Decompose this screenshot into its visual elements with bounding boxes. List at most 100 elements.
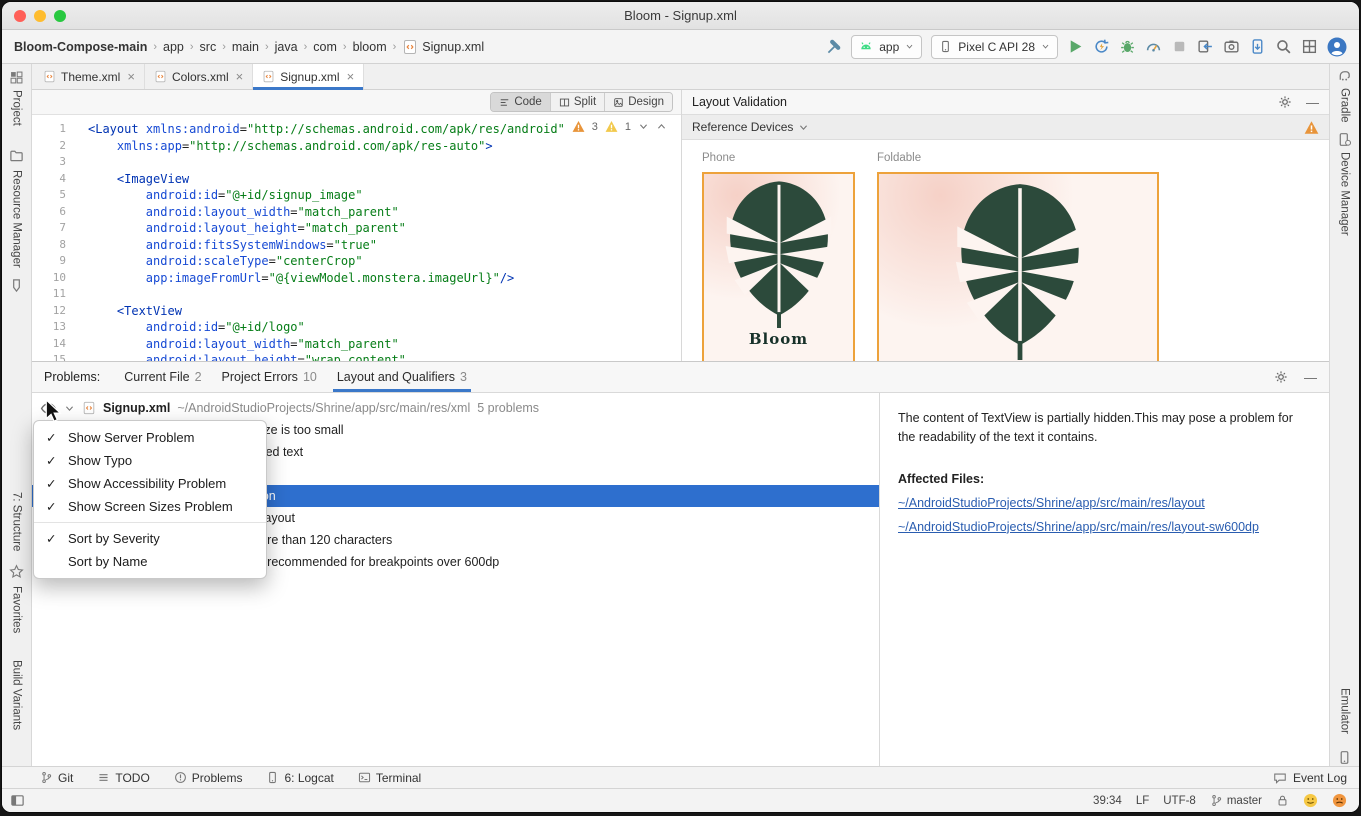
close-window-button[interactable] <box>14 10 26 22</box>
code-line[interactable]: <TextView <box>88 303 681 320</box>
smiley-face-icon[interactable] <box>1303 793 1318 808</box>
minimize-window-button[interactable] <box>34 10 46 22</box>
code-line[interactable]: <ImageView <box>88 171 681 188</box>
close-icon[interactable]: × <box>127 70 135 83</box>
menu-item-sort-by-name[interactable]: Sort by Name <box>34 550 266 573</box>
close-icon[interactable]: × <box>236 70 244 83</box>
code-line[interactable]: app:imageFromUrl="@{viewModel.monstera.i… <box>88 270 681 287</box>
apply-changes-button[interactable] <box>1093 38 1110 55</box>
gear-icon[interactable] <box>1278 95 1292 109</box>
problems-tab-layout-and-qualifiers[interactable]: Layout and Qualifiers3 <box>327 362 477 392</box>
frown-face-icon[interactable] <box>1332 793 1347 808</box>
layout-inspector-button[interactable] <box>1301 38 1318 55</box>
problems-file-name[interactable]: Signup.xml <box>103 401 170 415</box>
breadcrumb-item-java[interactable]: java <box>275 40 298 54</box>
collapse-chevron-icon[interactable] <box>64 403 75 414</box>
toolwindow-button-6-logcat[interactable]: 6: Logcat <box>266 771 333 785</box>
device-file-explorer-button[interactable] <box>1249 38 1266 55</box>
problems-tab-current-file[interactable]: Current File2 <box>114 362 211 392</box>
mode-button-split[interactable]: Split <box>551 93 605 111</box>
sidebar-item-favorites[interactable]: Favorites <box>11 586 23 633</box>
code-line[interactable]: android:scaleType="centerCrop" <box>88 253 681 270</box>
profile-button[interactable] <box>1145 38 1162 55</box>
reference-devices-row[interactable]: Reference Devices <box>682 115 1329 140</box>
editor-pane: CodeSplitDesign 123456789101112131415 <L… <box>32 90 682 361</box>
debug-button[interactable] <box>1119 38 1136 55</box>
breadcrumb-item-src[interactable]: src <box>200 40 217 54</box>
next-warning-icon[interactable] <box>638 121 649 132</box>
breadcrumb-item-com[interactable]: com <box>313 40 337 54</box>
hide-panel-button[interactable]: — <box>1304 371 1317 384</box>
folder-icon[interactable] <box>9 148 24 163</box>
toolwindow-button-git[interactable]: Git <box>40 771 73 785</box>
git-branch-widget[interactable]: master <box>1210 794 1262 807</box>
breadcrumb-item-main[interactable]: main <box>232 40 259 54</box>
mode-button-code[interactable]: Code <box>491 93 551 111</box>
menu-item-show-accessibility-problem[interactable]: ✓Show Accessibility Problem <box>34 472 266 495</box>
affected-file-link[interactable]: ~/AndroidStudioProjects/Shrine/app/src/m… <box>898 520 1311 534</box>
toolwindow-button-todo[interactable]: TODO <box>97 771 149 785</box>
attach-debugger-button[interactable] <box>1197 38 1214 55</box>
code-lines[interactable]: <Layout xmlns:android="http://schemas.an… <box>78 115 681 361</box>
capture-screenshot-button[interactable] <box>1223 38 1240 55</box>
hide-panel-button[interactable]: — <box>1306 96 1319 109</box>
event-log-button[interactable]: Event Log <box>1273 771 1347 785</box>
toolwindow-button-terminal[interactable]: Terminal <box>358 771 421 785</box>
sidebar-item-project[interactable]: Project <box>11 90 23 126</box>
editor-tab-theme-xml[interactable]: Theme.xml× <box>34 64 145 89</box>
code-line[interactable]: android:layout_height="wrap_content" <box>88 352 681 361</box>
toolwindow-button-problems[interactable]: Problems <box>174 771 243 785</box>
user-avatar[interactable] <box>1327 37 1347 57</box>
problems-tab-project-errors[interactable]: Project Errors10 <box>212 362 327 392</box>
panel-title: Layout Validation <box>692 95 787 109</box>
menu-item-sort-by-severity[interactable]: ✓Sort by Severity <box>34 527 266 550</box>
inspection-widget[interactable]: 3 1 <box>572 120 667 133</box>
close-icon[interactable]: × <box>347 70 355 83</box>
gear-icon[interactable] <box>1274 370 1288 384</box>
code-line[interactable]: android:layout_width="match_parent" <box>88 336 681 353</box>
breadcrumb-item-app[interactable]: app <box>163 40 184 54</box>
search-everywhere-button[interactable] <box>1275 38 1292 55</box>
device-select[interactable]: Pixel C API 28 <box>931 35 1058 59</box>
sidebar-item-emulator[interactable]: Emulator <box>1339 688 1351 734</box>
zoom-window-button[interactable] <box>54 10 66 22</box>
encoding-indicator[interactable]: UTF-8 <box>1163 795 1196 807</box>
code-line[interactable] <box>88 154 681 171</box>
mode-button-design[interactable]: Design <box>605 93 672 111</box>
phone-preview-card[interactable]: Bloom <box>702 172 855 361</box>
menu-item-show-server-problem[interactable]: ✓Show Server Problem <box>34 426 266 449</box>
sidebar-item-gradle[interactable]: Gradle <box>1339 88 1351 123</box>
code-line[interactable] <box>88 286 681 303</box>
sidebar-item-resource-manager[interactable]: Resource Manager <box>11 170 23 268</box>
code-editor[interactable]: 123456789101112131415 <Layout xmlns:andr… <box>32 115 681 361</box>
sidebar-item-structure[interactable]: 7: Structure <box>11 492 23 551</box>
code-line[interactable]: android:id="@+id/signup_image" <box>88 187 681 204</box>
breadcrumb-separator: › <box>304 41 308 53</box>
pin-icon[interactable] <box>9 278 24 293</box>
code-line[interactable]: xmlns:app="http://schemas.android.com/ap… <box>88 138 681 155</box>
sidebar-item-device-manager[interactable]: Device Manager <box>1339 152 1351 236</box>
run-button[interactable] <box>1067 38 1084 55</box>
breadcrumb-item-bloom-compose-main[interactable]: Bloom-Compose-main <box>14 40 147 54</box>
menu-item-show-typo[interactable]: ✓Show Typo <box>34 449 266 472</box>
editor-tab-signup-xml[interactable]: Signup.xml× <box>253 64 364 89</box>
code-line[interactable]: android:layout_width="match_parent" <box>88 204 681 221</box>
code-line[interactable]: android:fitsSystemWindows="true" <box>88 237 681 254</box>
prev-warning-icon[interactable] <box>656 121 667 132</box>
line-ending-indicator[interactable]: LF <box>1136 795 1149 807</box>
affected-file-link[interactable]: ~/AndroidStudioProjects/Shrine/app/src/m… <box>898 496 1311 510</box>
toggle-toolwindows-icon[interactable] <box>10 793 25 808</box>
lock-icon[interactable] <box>1276 794 1289 807</box>
stop-button[interactable] <box>1171 38 1188 55</box>
breadcrumb-item-signup-xml[interactable]: Signup.xml <box>402 39 484 55</box>
breadcrumb-item-bloom[interactable]: bloom <box>353 40 387 54</box>
caret-position[interactable]: 39:34 <box>1093 795 1122 807</box>
code-line[interactable]: android:id="@+id/logo" <box>88 319 681 336</box>
foldable-preview-card[interactable] <box>877 172 1159 361</box>
editor-tab-colors-xml[interactable]: Colors.xml× <box>145 64 253 89</box>
sidebar-item-build-variants[interactable]: Build Variants <box>11 660 23 730</box>
build-hammer-icon[interactable] <box>825 38 842 55</box>
menu-item-show-screen-sizes-problem[interactable]: ✓Show Screen Sizes Problem <box>34 495 266 518</box>
code-line[interactable]: android:layout_height="match_parent" <box>88 220 681 237</box>
run-config-select[interactable]: app <box>851 35 922 59</box>
